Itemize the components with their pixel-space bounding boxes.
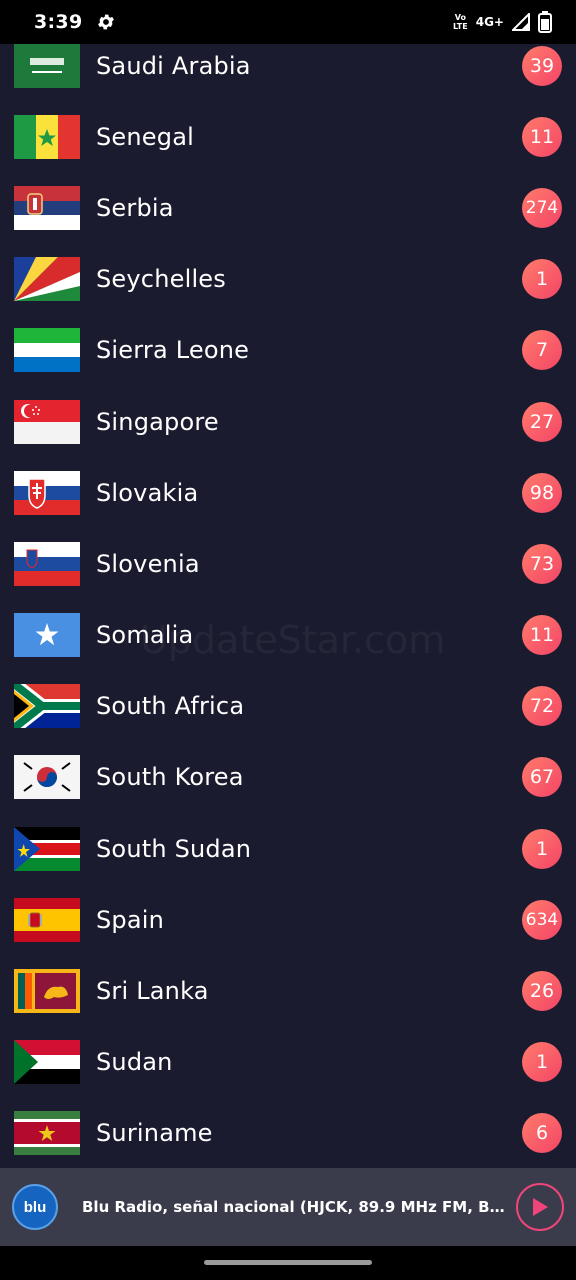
country-name: Seychelles — [96, 265, 226, 294]
country-name: Saudi Arabia — [96, 51, 251, 80]
south-africa-flag-icon — [14, 684, 80, 729]
network-type: 4G+ — [475, 15, 504, 29]
country-name: Somalia — [96, 621, 194, 650]
home-handle[interactable] — [204, 1260, 372, 1265]
station-count-badge: 72 — [522, 686, 562, 727]
country-row[interactable]: Somalia 11 — [0, 600, 576, 671]
somalia-flag-icon — [14, 613, 80, 658]
station-count-badge: 7 — [522, 330, 562, 371]
sierra-leone-flag-icon — [14, 328, 80, 373]
signal-icon — [512, 13, 530, 31]
play-button[interactable] — [516, 1183, 564, 1231]
serbia-flag-icon — [14, 185, 80, 230]
country-name: Sudan — [96, 1048, 173, 1077]
country-name: Suriname — [96, 1119, 213, 1148]
country-row[interactable]: Senegal 11 — [0, 101, 576, 172]
country-row[interactable]: Suriname 6 — [0, 1098, 576, 1168]
station-count-badge: 274 — [522, 187, 562, 228]
spain-flag-icon — [14, 897, 80, 942]
country-name: Sri Lanka — [96, 977, 209, 1006]
country-row[interactable]: Slovakia 98 — [0, 457, 576, 528]
station-count-badge: 1 — [522, 1042, 562, 1083]
station-count-badge: 11 — [522, 116, 562, 157]
country-list[interactable]: Saudi Arabia 39 Senegal 11 Serbia 274 Seychell… — [0, 44, 576, 1168]
slovakia-flag-icon — [14, 470, 80, 515]
player-title[interactable]: Blu Radio, señal nacional (HJCK, 89.9 MH… — [82, 1198, 510, 1216]
country-name: South Africa — [96, 692, 245, 721]
country-row[interactable]: South Korea 67 — [0, 742, 576, 813]
south-korea-flag-icon — [14, 755, 80, 800]
station-count-badge: 634 — [522, 899, 562, 940]
sudan-flag-icon — [14, 1040, 80, 1085]
country-row[interactable]: Sri Lanka 26 — [0, 955, 576, 1026]
singapore-flag-icon — [14, 399, 80, 444]
country-name: Serbia — [96, 193, 174, 222]
country-name: Singapore — [96, 407, 219, 436]
mini-player[interactable]: blu Blu Radio, señal nacional (HJCK, 89.… — [0, 1168, 576, 1246]
country-row[interactable]: Spain 634 — [0, 884, 576, 955]
volte-bottom: LTE — [453, 22, 468, 31]
country-name: Slovenia — [96, 549, 200, 578]
station-count-badge: 39 — [522, 45, 562, 86]
saudi-arabia-flag-icon — [14, 44, 80, 88]
country-name: Sierra Leone — [96, 336, 250, 365]
status-indicators: Vo LTE 4G+ — [453, 11, 552, 33]
station-count-badge: 73 — [522, 543, 562, 584]
seychelles-flag-icon — [14, 257, 80, 302]
station-count-badge: 26 — [522, 971, 562, 1012]
station-count-badge: 1 — [522, 259, 562, 300]
volte-indicator: Vo LTE — [453, 13, 468, 31]
senegal-flag-icon — [14, 114, 80, 159]
gear-icon — [98, 14, 115, 30]
player-logo-text: blu — [23, 1198, 47, 1216]
country-row[interactable]: Seychelles 1 — [0, 244, 576, 315]
station-count-badge: 1 — [522, 828, 562, 869]
country-name: Senegal — [96, 122, 194, 151]
station-count-badge: 11 — [522, 615, 562, 656]
country-row[interactable]: Slovenia 73 — [0, 528, 576, 599]
country-row[interactable]: South Africa 72 — [0, 671, 576, 742]
country-name: Slovakia — [96, 478, 199, 507]
sri-lanka-flag-icon — [14, 969, 80, 1014]
slovenia-flag-icon — [14, 541, 80, 586]
country-row[interactable]: Sudan 1 — [0, 1027, 576, 1098]
suriname-flag-icon — [14, 1111, 80, 1156]
station-count-badge: 27 — [522, 401, 562, 442]
station-count-badge: 98 — [522, 472, 562, 513]
status-bar: 3:39 Vo LTE 4G+ — [0, 0, 576, 44]
navigation-bar — [0, 1246, 576, 1280]
volte-top: Vo — [454, 13, 466, 22]
station-count-badge: 6 — [522, 1113, 562, 1154]
country-row[interactable]: Sierra Leone 7 — [0, 315, 576, 386]
battery-icon — [538, 11, 552, 33]
country-name: Spain — [96, 905, 165, 934]
country-row[interactable]: South Sudan 1 — [0, 813, 576, 884]
play-icon — [533, 1198, 548, 1216]
country-row[interactable]: Serbia 274 — [0, 172, 576, 243]
blu-radio-logo[interactable]: blu — [12, 1184, 58, 1230]
country-name: South Sudan — [96, 834, 252, 863]
country-name: South Korea — [96, 763, 244, 792]
country-row[interactable]: Singapore 27 — [0, 386, 576, 457]
country-row[interactable]: Saudi Arabia 39 — [0, 44, 576, 101]
south-sudan-flag-icon — [14, 826, 80, 871]
status-time: 3:39 — [34, 11, 83, 33]
station-count-badge: 67 — [522, 757, 562, 798]
